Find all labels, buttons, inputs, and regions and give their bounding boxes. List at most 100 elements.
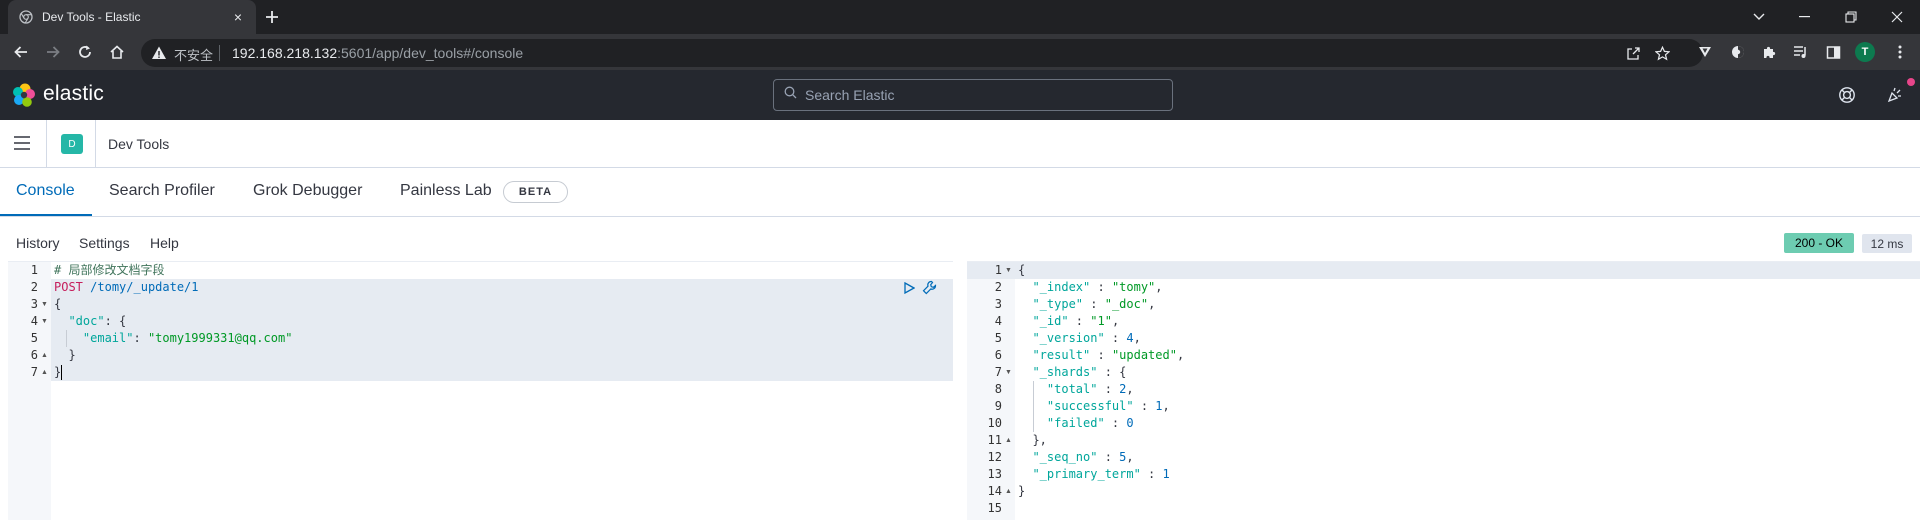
json-key: "doc" bbox=[68, 314, 105, 328]
json-key: "email" bbox=[82, 331, 134, 345]
line-number-gutter: 1 2 3 ▼ 4 ▼ 5 6 ▲ 7 ▲ bbox=[8, 262, 51, 520]
request-time-badge: 12 ms bbox=[1862, 234, 1912, 253]
divider bbox=[95, 120, 96, 168]
json-key: "_index" bbox=[1032, 280, 1091, 294]
breadcrumb: Dev Tools bbox=[108, 136, 170, 152]
line-number: 7 bbox=[994, 365, 1002, 379]
kibana-header: elastic Search Elastic bbox=[0, 70, 1920, 120]
close-icon[interactable]: × bbox=[230, 9, 246, 25]
elastic-logo-icon[interactable] bbox=[12, 83, 36, 107]
play-icon[interactable] bbox=[901, 280, 917, 296]
json-string: "1" bbox=[1090, 314, 1112, 328]
devtools-tabs: Console Search Profiler Grok Debugger Pa… bbox=[0, 168, 1920, 217]
space-avatar[interactable]: D bbox=[61, 134, 83, 154]
json-key: "_id" bbox=[1032, 314, 1069, 328]
http-method: POST bbox=[54, 280, 83, 294]
code-comment: # 局部修改文档字段 bbox=[54, 263, 165, 277]
fold-icon[interactable]: ▲ bbox=[41, 347, 48, 364]
url-text[interactable]: 192.168.218.132:5601/app/dev_tools#/cons… bbox=[232, 45, 523, 61]
history-link[interactable]: History bbox=[16, 235, 60, 251]
address-bar[interactable]: 不安全 192.168.218.132:5601/app/dev_tools#/… bbox=[141, 39, 1703, 67]
line-number: 4 bbox=[994, 314, 1002, 328]
code-line: "result" : "updated", bbox=[1032, 348, 1185, 362]
restore-icon[interactable] bbox=[1828, 0, 1874, 34]
code-line: }, bbox=[1018, 433, 1047, 447]
extension-icon[interactable] bbox=[1695, 42, 1715, 62]
fold-icon[interactable]: ▲ bbox=[1005, 483, 1012, 500]
response-viewer[interactable]: 1 ▼ 2 3 4 5 6 7 ▼ 8 9 10 11 ▲ 12 13 14 ▲… bbox=[967, 261, 1920, 520]
hamburger-icon[interactable] bbox=[14, 136, 30, 150]
line-number: 9 bbox=[994, 399, 1002, 413]
help-link[interactable]: Help bbox=[150, 235, 179, 251]
share-icon[interactable] bbox=[1625, 45, 1641, 61]
minimize-icon[interactable] bbox=[1782, 0, 1828, 34]
divider bbox=[219, 45, 220, 61]
news-icon[interactable] bbox=[1886, 86, 1904, 104]
request-code[interactable]: # 局部修改文档字段 POST /tomy/_update/1 { "doc":… bbox=[51, 262, 953, 520]
fold-icon[interactable]: ▲ bbox=[41, 364, 48, 381]
line-number: 3 bbox=[994, 297, 1002, 311]
close-window-icon[interactable] bbox=[1874, 0, 1920, 34]
tab-grok-debugger[interactable]: Grok Debugger bbox=[253, 182, 362, 200]
response-code[interactable]: { "_index" : "tomy", "_type" : "_doc", "… bbox=[1015, 262, 1920, 520]
json-number: 4 bbox=[1126, 331, 1134, 345]
json-key: "failed" bbox=[1046, 416, 1105, 430]
reload-icon[interactable] bbox=[75, 42, 95, 62]
tab-search-profiler[interactable]: Search Profiler bbox=[109, 182, 215, 200]
help-icon[interactable] bbox=[1838, 86, 1856, 104]
browser-tab[interactable]: Dev Tools - Elastic × bbox=[8, 0, 256, 34]
sidepanel-icon[interactable] bbox=[1823, 42, 1843, 62]
fold-icon[interactable]: ▼ bbox=[41, 296, 48, 313]
code-line: POST /tomy/_update/1 bbox=[54, 279, 199, 296]
code-line: "doc": { bbox=[68, 314, 127, 328]
code-line: "_index" : "tomy", bbox=[1032, 280, 1163, 294]
json-key: "_shards" bbox=[1032, 365, 1098, 379]
avatar[interactable]: T bbox=[1855, 42, 1875, 62]
json-number: 1 bbox=[1162, 467, 1170, 481]
code-line: "_type" : "_doc", bbox=[1032, 297, 1156, 311]
tab-painless-lab[interactable]: Painless Lab bbox=[400, 182, 492, 200]
new-tab-icon[interactable] bbox=[262, 7, 282, 27]
kibana-subheader: D Dev Tools bbox=[0, 120, 1920, 168]
fold-icon[interactable]: ▼ bbox=[1005, 364, 1012, 381]
line-number: 4 bbox=[30, 314, 38, 328]
settings-link[interactable]: Settings bbox=[79, 235, 130, 251]
line-number: 6 bbox=[994, 348, 1002, 362]
line-number: 7 bbox=[30, 365, 38, 379]
json-string: "_doc" bbox=[1104, 297, 1149, 311]
line-number: 6 bbox=[30, 348, 38, 362]
line-number: 12 bbox=[987, 450, 1002, 464]
line-number: 11 bbox=[987, 433, 1002, 447]
privacy-extension-icon[interactable] bbox=[1728, 42, 1748, 62]
fold-icon[interactable]: ▼ bbox=[41, 313, 48, 330]
star-icon[interactable] bbox=[1654, 45, 1670, 61]
text-cursor bbox=[61, 365, 62, 380]
forward-icon[interactable] bbox=[43, 42, 63, 62]
back-icon[interactable] bbox=[11, 42, 31, 62]
search-input[interactable]: Search Elastic bbox=[773, 79, 1173, 111]
code-line: "failed" : 0 bbox=[1046, 416, 1134, 430]
line-number: 14 bbox=[987, 484, 1002, 498]
line-number: 5 bbox=[30, 331, 38, 345]
wrench-icon[interactable] bbox=[921, 279, 937, 295]
code-line: "_shards" : { bbox=[1032, 365, 1127, 379]
tab-console[interactable]: Console bbox=[16, 182, 75, 200]
code-line: } bbox=[1018, 484, 1026, 498]
chrome-favicon bbox=[18, 9, 34, 25]
active-tab-indicator bbox=[0, 214, 92, 216]
home-icon[interactable] bbox=[107, 42, 127, 62]
json-string: "tomy" bbox=[1111, 280, 1156, 294]
elastic-wordmark[interactable]: elastic bbox=[43, 82, 104, 106]
puzzle-icon[interactable] bbox=[1759, 42, 1779, 62]
fold-icon[interactable]: ▲ bbox=[1005, 432, 1012, 449]
request-editor[interactable]: 1 2 3 ▼ 4 ▼ 5 6 ▲ 7 ▲ # 局部修改文档字段 POST /t… bbox=[8, 261, 953, 520]
tab-search-icon[interactable] bbox=[1736, 0, 1782, 34]
media-icon[interactable] bbox=[1791, 42, 1811, 62]
warning-icon[interactable] bbox=[151, 45, 167, 61]
json-key: "successful" bbox=[1046, 399, 1134, 413]
fold-icon[interactable]: ▼ bbox=[1005, 262, 1012, 279]
line-number: 10 bbox=[987, 416, 1002, 430]
menu-icon[interactable] bbox=[1890, 42, 1910, 62]
line-number: 13 bbox=[987, 467, 1002, 481]
browser-tabstrip: Dev Tools - Elastic × bbox=[0, 0, 1920, 34]
